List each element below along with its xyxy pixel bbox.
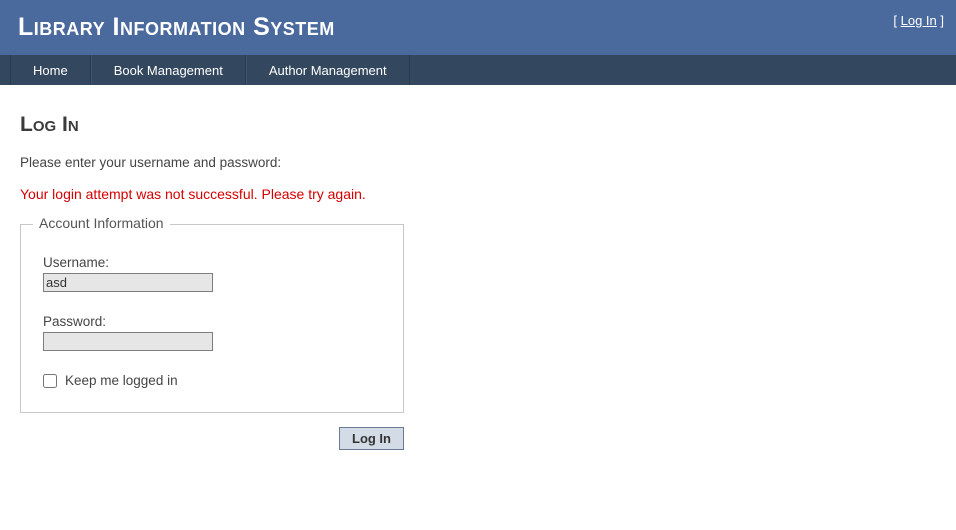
nav-item-home[interactable]: Home (10, 55, 91, 85)
content: Log In Please enter your username and pa… (0, 85, 956, 470)
nav-item-book-management[interactable]: Book Management (91, 55, 246, 85)
login-link-wrap: [ Log In ] (893, 13, 944, 28)
page-heading: Log In (20, 113, 936, 137)
login-button[interactable]: Log In (339, 427, 404, 450)
submit-row: Log In (20, 427, 404, 450)
remember-label: Keep me logged in (65, 373, 178, 388)
login-link[interactable]: Log In (901, 13, 937, 28)
account-information-fieldset: Account Information Username: Password: … (20, 224, 404, 413)
header-bar: Library Information System [ Log In ] (0, 0, 956, 55)
password-input[interactable] (43, 332, 213, 351)
site-title: Library Information System (0, 5, 956, 42)
login-instruction: Please enter your username and password: (20, 155, 936, 170)
nav-item-author-management[interactable]: Author Management (246, 55, 410, 85)
nav-bar: Home Book Management Author Management (0, 55, 956, 85)
fieldset-legend: Account Information (33, 215, 170, 231)
username-label: Username: (43, 255, 381, 270)
remember-checkbox[interactable] (43, 374, 57, 388)
remember-row: Keep me logged in (43, 373, 381, 388)
login-error-message: Your login attempt was not successful. P… (20, 186, 936, 202)
username-input[interactable] (43, 273, 213, 292)
password-label: Password: (43, 314, 381, 329)
